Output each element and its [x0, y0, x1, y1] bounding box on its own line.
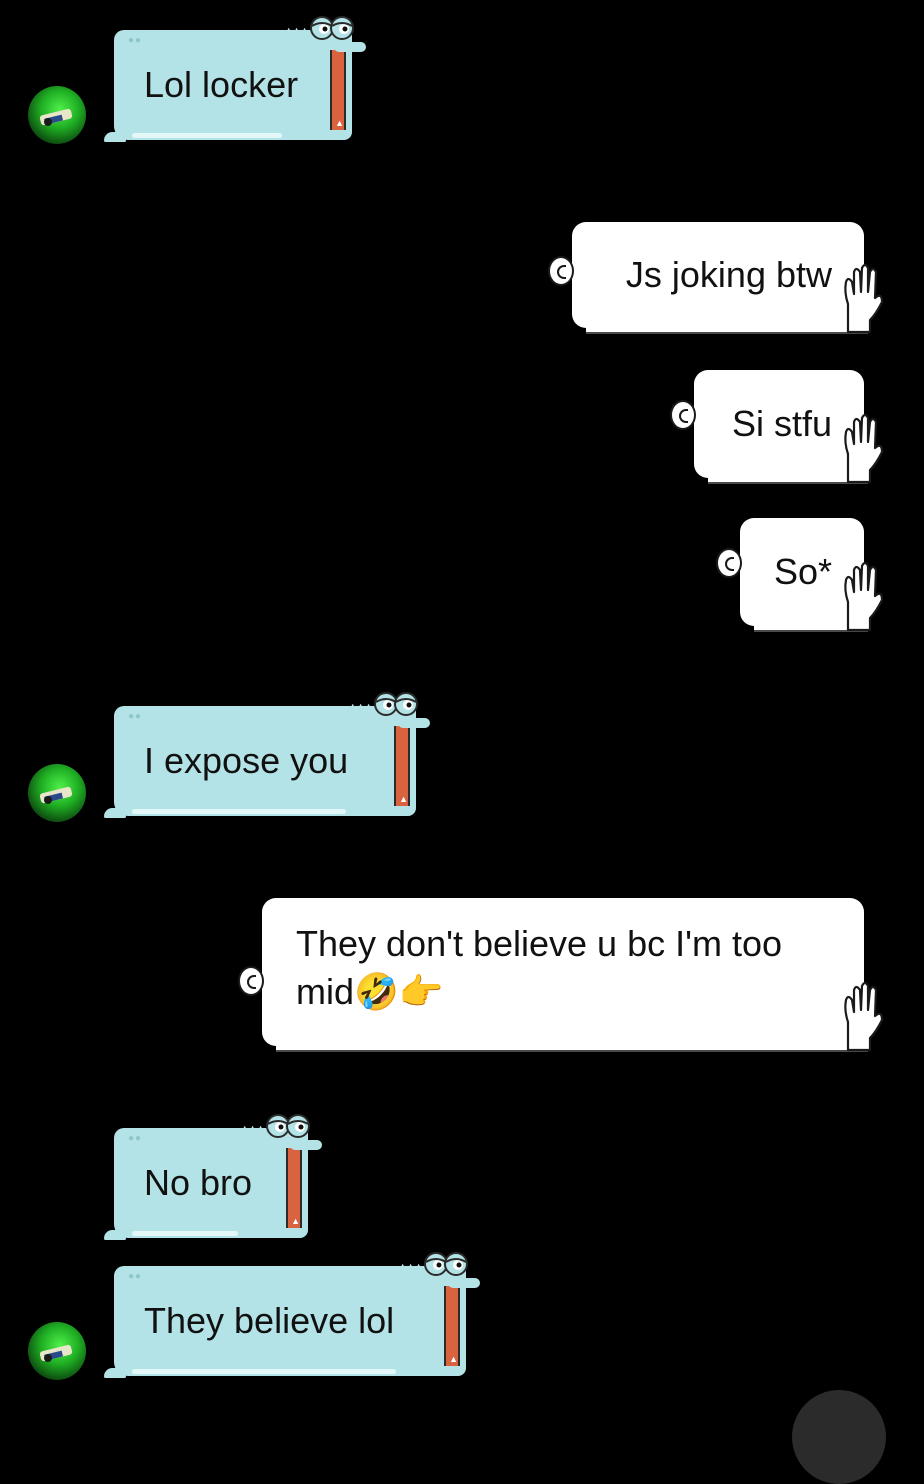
croc-eyes-icon: [310, 16, 354, 40]
croc-teeth: ▲: [291, 1216, 300, 1226]
croc-eyes-icon: [266, 1114, 310, 1138]
croc-foot: [104, 1368, 126, 1378]
message-bubble[interactable]: ●● They believe lol ▲ ▲▲▲: [104, 1252, 480, 1378]
character-ear-icon: [670, 400, 696, 430]
croc-belly: [132, 1369, 396, 1374]
message-bubble[interactable]: Js joking btw: [548, 208, 884, 334]
character-hair: [734, 504, 858, 530]
scroll-down-button[interactable]: [792, 1390, 886, 1484]
avatar-image-icon: [39, 786, 73, 804]
croc-back-bumps: ▲▲▲: [398, 1261, 423, 1271]
character-ear-icon: [548, 256, 574, 286]
message-text: Si stfu: [731, 403, 832, 444]
character-hair: [256, 884, 858, 910]
waving-hand-icon: [844, 981, 884, 1052]
croc-foot: [104, 1230, 126, 1240]
message-bubble[interactable]: ●● Lol locker ▲ ▲▲▲: [104, 16, 366, 142]
croc-teeth: ▲: [335, 118, 344, 128]
character-hair-side: [242, 890, 272, 942]
character-hair: [566, 208, 858, 234]
waving-hand-icon: [844, 263, 884, 334]
message-bubble[interactable]: Si stfu: [670, 356, 884, 484]
message-bubble[interactable]: So*: [716, 504, 884, 632]
character-ear-icon: [716, 548, 742, 578]
croc-teeth: ▲: [449, 1354, 458, 1364]
contact-avatar[interactable]: [28, 86, 86, 144]
croc-nostrils: ●●: [128, 1271, 143, 1282]
croc-belly: [132, 133, 282, 138]
contact-avatar[interactable]: [28, 764, 86, 822]
message-bubble[interactable]: ●● I expose you ▲ ▲▲▲: [104, 692, 430, 818]
croc-back-bumps: ▲▲▲: [240, 1123, 265, 1133]
croc-back-bumps: ▲▲▲: [284, 25, 309, 35]
character-hair: [688, 356, 858, 382]
croc-nostrils: ●●: [128, 1133, 143, 1144]
contact-avatar[interactable]: [28, 1322, 86, 1380]
character-ear-icon: [238, 966, 264, 996]
bubble-shadow: [586, 328, 868, 334]
message-text: I expose you: [144, 740, 349, 781]
bubble-shadow: [276, 1046, 868, 1052]
message-bubble[interactable]: ●● No bro ▲ ▲▲▲: [104, 1114, 322, 1240]
avatar-image-icon: [39, 108, 73, 126]
message-text: Lol locker: [144, 64, 299, 105]
waving-hand-icon: [844, 561, 884, 632]
message-bubble[interactable]: They don't believe u bc I'm too mid🤣👉: [238, 884, 884, 1052]
message-text: No bro: [144, 1162, 253, 1203]
croc-eyes-icon: [374, 692, 418, 716]
croc-foot: [104, 132, 126, 142]
message-text: So*: [773, 551, 832, 592]
message-text: They don't believe u bc I'm too mid🤣👉: [296, 923, 783, 1012]
avatar-image-icon: [39, 1344, 73, 1362]
croc-belly: [132, 809, 346, 814]
croc-nostrils: ●●: [128, 711, 143, 722]
croc-eyes-icon: [424, 1252, 468, 1276]
croc-nostrils: ●●: [128, 35, 143, 46]
waving-hand-icon: [844, 413, 884, 484]
croc-foot: [104, 808, 126, 818]
croc-teeth: ▲: [399, 794, 408, 804]
croc-belly: [132, 1231, 238, 1236]
croc-back-bumps: ▲▲▲: [348, 701, 373, 711]
message-text: Js joking btw: [625, 254, 832, 295]
message-text: They believe lol: [144, 1300, 395, 1341]
